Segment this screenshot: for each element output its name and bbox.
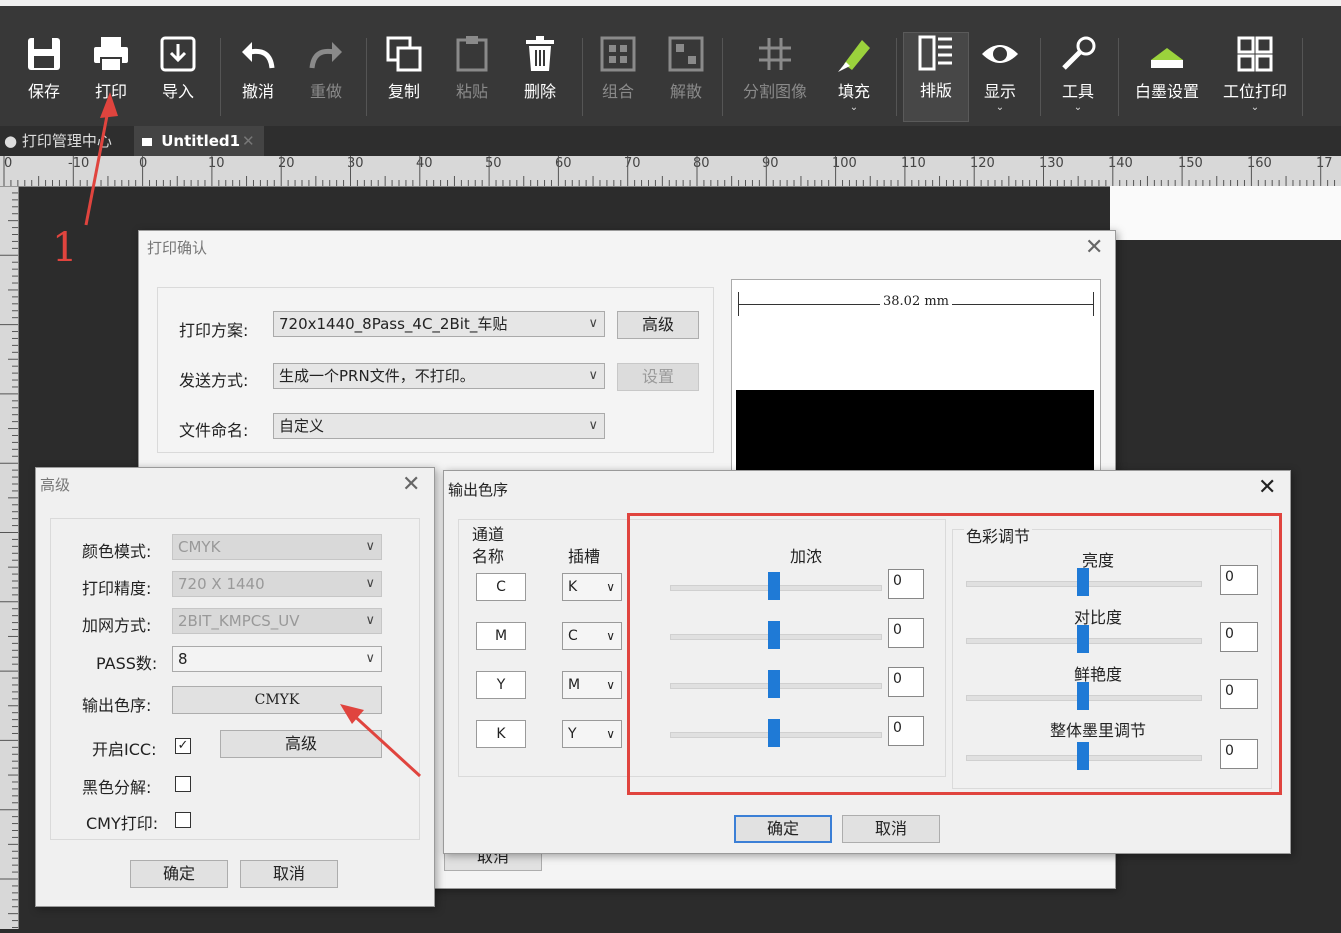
channel-name-c: C [476, 573, 526, 601]
chevron-down-icon: ∨ [606, 678, 615, 692]
slot-header: 插槽 [568, 547, 601, 566]
close-icon[interactable]: ✕ [1258, 475, 1276, 500]
channel-name-k: K [476, 720, 526, 748]
channel-slot-value: C [568, 628, 578, 644]
channel-slot-select[interactable]: Y ∨ [562, 720, 622, 748]
chevron-down-icon: ∨ [606, 629, 615, 643]
channel-slot-select[interactable]: C ∨ [562, 622, 622, 650]
channel-slot-value: Y [568, 726, 577, 742]
highlight-box [627, 513, 1282, 795]
output-order-ok-button[interactable]: 确定 [734, 815, 832, 843]
channel-name-y: Y [476, 671, 526, 699]
name-header: 名称 [472, 547, 505, 566]
output-order-title: 输出色序 [448, 481, 509, 499]
channel-slot-select[interactable]: K ∨ [562, 573, 622, 601]
chevron-down-icon: ∨ [606, 727, 615, 741]
channel-group-label: 通道 [472, 525, 505, 544]
channel-slot-value: K [568, 579, 578, 595]
channel-name-m: M [476, 622, 526, 650]
channel-slot-select[interactable]: M ∨ [562, 671, 622, 699]
output-order-cancel-button[interactable]: 取消 [842, 815, 940, 843]
output-order-dialog: 输出色序 ✕ 通道 名称 插槽 加浓 C K ∨ 0 M C ∨ 0 Y M ∨ 0 … [443, 470, 1291, 854]
channel-slot-value: M [568, 677, 581, 693]
chevron-down-icon: ∨ [606, 580, 615, 594]
